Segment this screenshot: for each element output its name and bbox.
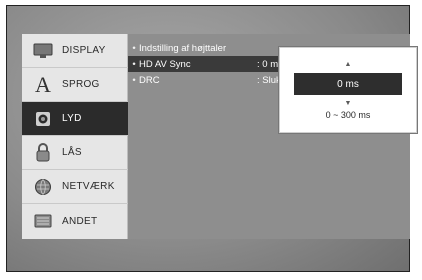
sidebar-item-display[interactable]: DISPLAY	[22, 34, 128, 68]
arrow-up-icon[interactable]: ▲	[280, 61, 416, 68]
language-icon: A	[35, 71, 51, 97]
sidebar-item-sprog[interactable]: A SPROG	[22, 68, 128, 102]
bullet-icon: •	[132, 58, 136, 70]
sidebar-item-laas[interactable]: LÅS	[22, 136, 128, 170]
bullet-icon: •	[132, 74, 136, 86]
sync-value-field[interactable]: 0 ms	[294, 73, 402, 95]
network-globe-icon	[28, 178, 58, 196]
sidebar-item-label: SPROG	[62, 79, 100, 90]
sidebar-item-lyd[interactable]: LYD	[22, 102, 128, 136]
setting-label: Indstilling af højttaler	[139, 42, 227, 54]
sidebar-item-label: ANDET	[62, 215, 98, 227]
sidebar-item-label: LÅS	[62, 147, 82, 158]
speaker-icon	[28, 110, 58, 128]
settings-sidebar: DISPLAY A SPROG LYD LÅS NETVÆRK ANDET	[22, 34, 128, 239]
display-icon	[28, 43, 58, 59]
value-picker-popup: ▲ 0 ms ▼ 0 ~ 300 ms	[279, 47, 417, 133]
sidebar-item-label: DISPLAY	[62, 45, 106, 56]
sidebar-item-andet[interactable]: ANDET	[22, 204, 128, 238]
setting-value: : Sluk	[257, 74, 281, 86]
sidebar-item-label: LYD	[62, 113, 82, 124]
setting-label: HD AV Sync	[139, 58, 191, 70]
sidebar-item-label: NETVÆRK	[62, 181, 115, 192]
arrow-down-icon[interactable]: ▼	[280, 100, 416, 107]
other-settings-icon	[28, 213, 58, 229]
bullet-icon: •	[132, 42, 136, 54]
setting-label: DRC	[139, 74, 160, 86]
lock-icon	[28, 142, 58, 163]
value-range: 0 ~ 300 ms	[325, 110, 371, 120]
sidebar-item-netvaerk[interactable]: NETVÆRK	[22, 170, 128, 204]
